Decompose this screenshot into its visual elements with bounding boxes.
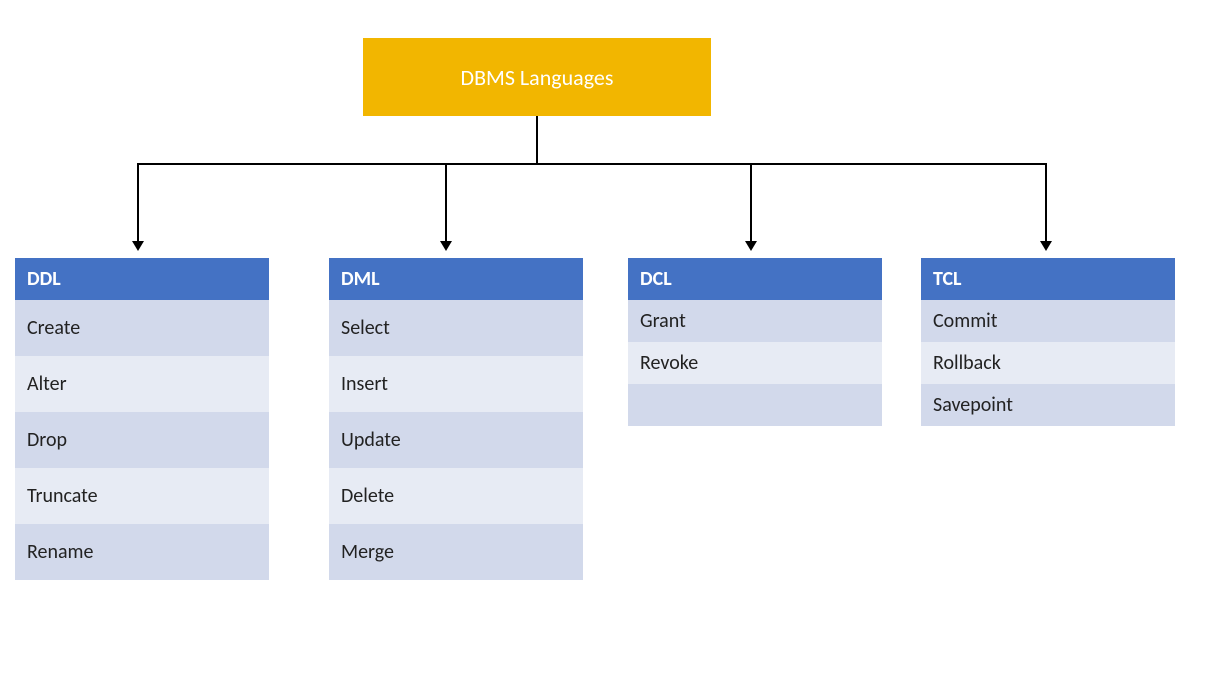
category-item: Alter [15,356,269,412]
category-item: Merge [329,524,583,580]
category-dml: DMLSelectInsertUpdateDeleteMerge [329,258,583,580]
connector-vert-1 [137,163,139,241]
category-item: Rename [15,524,269,580]
category-dcl: DCLGrantRevoke [628,258,882,426]
connector-vert-3 [750,163,752,241]
category-item: Insert [329,356,583,412]
category-header: DML [329,258,583,300]
category-item: Commit [921,300,1175,342]
category-item: Create [15,300,269,356]
category-item: Revoke [628,342,882,384]
category-item: Update [329,412,583,468]
arrow-head-4 [1040,241,1052,251]
arrow-head-3 [745,241,757,251]
category-item [628,384,882,426]
connector-vert-4 [1045,163,1047,241]
category-item: Select [329,300,583,356]
connector-horizontal [137,163,1045,165]
category-item: Truncate [15,468,269,524]
connector-vert-top [536,116,538,164]
category-item: Rollback [921,342,1175,384]
category-item: Grant [628,300,882,342]
category-item: Savepoint [921,384,1175,426]
category-ddl: DDLCreateAlterDropTruncateRename [15,258,269,580]
root-node: DBMS Languages [363,38,711,116]
arrow-head-1 [132,241,144,251]
category-item: Delete [329,468,583,524]
category-header: DCL [628,258,882,300]
arrow-head-2 [440,241,452,251]
root-title: DBMS Languages [461,64,614,91]
connector-vert-2 [445,163,447,241]
category-item: Drop [15,412,269,468]
category-header: DDL [15,258,269,300]
category-header: TCL [921,258,1175,300]
category-tcl: TCLCommitRollbackSavepoint [921,258,1175,426]
